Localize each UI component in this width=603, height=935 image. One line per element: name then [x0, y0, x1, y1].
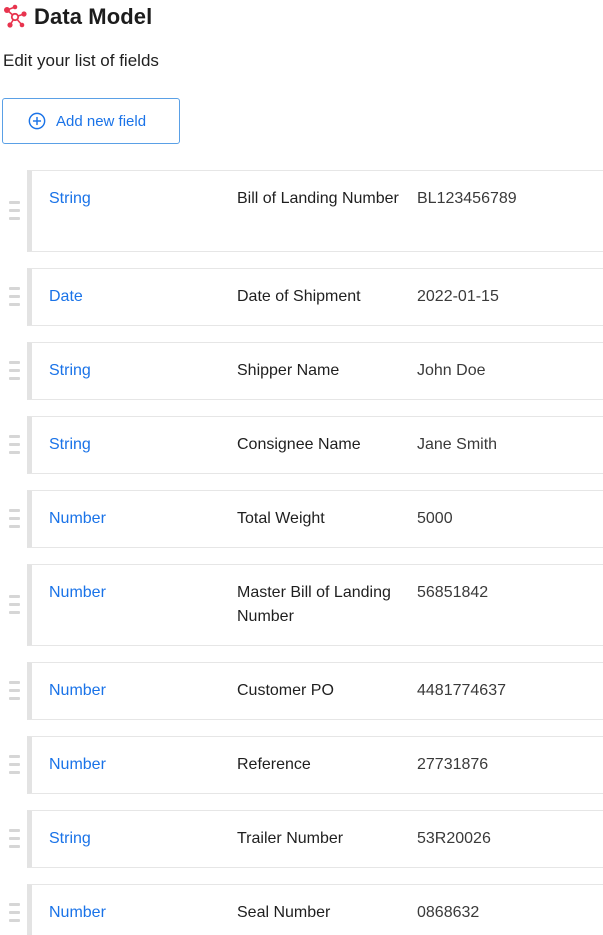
- field-row[interactable]: Number Customer PO 4481774637: [0, 662, 603, 720]
- field-value: BL123456789: [417, 190, 517, 207]
- field-row[interactable]: String Shipper Name John Doe: [0, 342, 603, 400]
- field-type[interactable]: String: [49, 190, 91, 208]
- field-value: 53R20026: [417, 830, 491, 847]
- drag-handle-icon[interactable]: [9, 755, 20, 774]
- field-name: Master Bill of Landing Number: [237, 584, 391, 625]
- drag-handle-icon[interactable]: [9, 435, 20, 454]
- data-model-page: Data Model Edit your list of fields Add …: [0, 0, 603, 935]
- field-name: Customer PO: [237, 682, 334, 699]
- drag-handle-icon[interactable]: [9, 829, 20, 848]
- field-type[interactable]: String: [49, 830, 91, 848]
- field-value: John Doe: [417, 362, 486, 379]
- drag-handle-icon[interactable]: [9, 595, 20, 614]
- field-row[interactable]: Number Total Weight 5000: [0, 490, 603, 548]
- drag-handle-icon[interactable]: [9, 287, 20, 306]
- field-type[interactable]: Date: [49, 288, 83, 306]
- field-row[interactable]: String Bill of Landing Number BL123456789: [0, 170, 603, 252]
- field-row[interactable]: String Trailer Number 53R20026: [0, 810, 603, 868]
- page-title: Data Model: [34, 4, 153, 29]
- field-name: Seal Number: [237, 904, 331, 921]
- field-row[interactable]: Date Date of Shipment 2022-01-15: [0, 268, 603, 326]
- page-subtitle: Edit your list of fields: [3, 51, 159, 70]
- plus-circle-icon: [28, 112, 46, 130]
- field-value: Jane Smith: [417, 436, 498, 453]
- drag-handle-icon[interactable]: [9, 201, 20, 220]
- field-type[interactable]: Number: [49, 510, 106, 528]
- add-new-field-button[interactable]: Add new field: [2, 98, 180, 144]
- field-type[interactable]: String: [49, 362, 91, 380]
- field-value: 0868632: [417, 904, 480, 921]
- field-type[interactable]: Number: [49, 756, 106, 774]
- field-value: 2022-01-15: [417, 288, 499, 305]
- field-value: 27731876: [417, 756, 489, 773]
- field-type[interactable]: Number: [49, 904, 106, 922]
- field-name: Bill of Landing Number: [237, 190, 399, 207]
- field-row[interactable]: String Consignee Name Jane Smith: [0, 416, 603, 474]
- network-graph-icon: [0, 2, 30, 32]
- field-name: Date of Shipment: [237, 288, 361, 305]
- field-name: Shipper Name: [237, 362, 340, 379]
- field-row[interactable]: Number Seal Number 0868632: [0, 884, 603, 935]
- field-type[interactable]: String: [49, 436, 91, 454]
- field-row[interactable]: Number Master Bill of Landing Number 56851…: [0, 564, 603, 646]
- field-type[interactable]: Number: [49, 584, 106, 602]
- header: Data Model: [0, 0, 603, 34]
- drag-handle-icon[interactable]: [9, 681, 20, 700]
- add-new-field-label: Add new field: [56, 112, 147, 130]
- field-value: 4481774637: [417, 682, 506, 699]
- field-value: 5000: [417, 510, 453, 527]
- field-value: 56851842: [417, 584, 489, 601]
- drag-handle-icon[interactable]: [9, 903, 20, 922]
- field-row[interactable]: Number Reference 27731876: [0, 736, 603, 794]
- field-name: Reference: [237, 756, 311, 773]
- field-card[interactable]: [27, 170, 603, 252]
- field-name: Trailer Number: [237, 830, 344, 847]
- drag-handle-icon[interactable]: [9, 509, 20, 528]
- field-name: Consignee Name: [237, 436, 361, 453]
- field-name: Total Weight: [237, 510, 325, 527]
- field-type[interactable]: Number: [49, 682, 106, 700]
- drag-handle-icon[interactable]: [9, 361, 20, 380]
